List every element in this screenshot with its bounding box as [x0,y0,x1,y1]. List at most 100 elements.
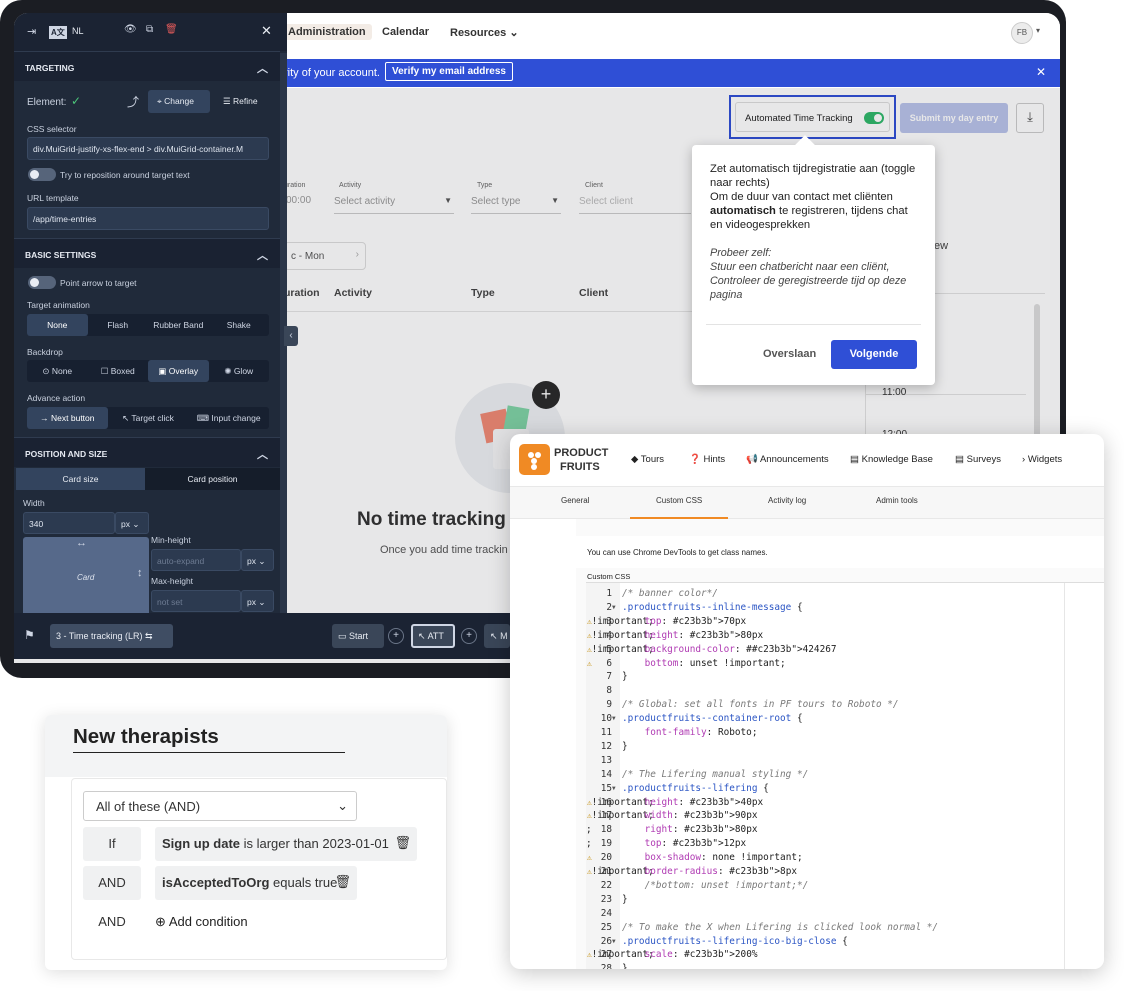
nav-widgets[interactable]: › Widgets [1022,454,1062,465]
caret-down-icon[interactable]: ▾ [1036,26,1040,35]
change-button[interactable]: ⌖ Change [148,90,210,113]
language-label[interactable]: NL [72,26,84,36]
date-selector[interactable]: c - Mon › [284,242,366,270]
css-selector-input[interactable]: div.MuiGrid-justify-xs-flex-end > div.Mu… [27,137,269,160]
point-arrow-toggle[interactable] [28,276,56,289]
code-line[interactable]: ⚠ 5 background-color: ##c23b3b">424267 !i… [586,643,837,657]
backdrop-glow[interactable]: ✺ Glow [209,360,270,382]
toggle-switch[interactable] [864,112,884,124]
collapse-icon[interactable]: ⇥ [27,25,36,38]
tab-activity-log[interactable]: Activity log [768,496,806,505]
trash-icon[interactable]: 🗑 [394,835,411,851]
nav-hints[interactable]: ❓ Hints [689,454,725,465]
nav-resources[interactable]: Resources ⌄ [444,24,525,41]
add-icon[interactable]: + [532,381,560,409]
backdrop-boxed[interactable]: ☐ Boxed [88,360,149,382]
chevron-up-icon[interactable]: ︿ [257,446,268,462]
nav-surveys[interactable]: ▤ Surveys [955,454,1001,465]
max-height-input[interactable]: not set [151,590,241,612]
close-icon[interactable]: ✕ [1036,65,1046,79]
width-unit-select[interactable]: px ⌄ [115,512,149,534]
code-line[interactable]: ⚠ 16 height: #c23b3b">40px !important; [586,796,763,810]
duplicate-icon[interactable]: ⧉ [146,24,153,35]
condition-sign-up-date[interactable]: Sign up date is larger than 2023-01-01 🗑 [155,827,417,861]
condition-accepted-to-org[interactable]: isAcceptedToOrg equals true 🗑 [155,866,357,900]
time-tracking-toggle[interactable]: Automated Time Tracking [735,102,890,132]
step-selector[interactable]: 3 - Time tracking (LR) ⇆ [50,624,173,648]
code-line[interactable]: ⚠ 3 top: #c23b3b">70px !important; [586,615,746,629]
collapse-panel-handle[interactable]: ‹ [284,326,298,346]
css-code-editor[interactable]: 1/* banner color*/2 ▼ .productfruits--inli… [586,582,1104,969]
nav-knowledge-base[interactable]: ▤ Knowledge Base [850,454,933,465]
visibility-icon[interactable]: 👁 [124,24,137,35]
client-select[interactable]: Select client [579,186,691,214]
type-select[interactable]: Select type ▼ [471,186,561,214]
advance-target-click[interactable]: ↖ Target click [108,407,189,429]
resize-vertical-icon[interactable]: ↕ [137,567,143,579]
next-button[interactable]: Volgende [831,340,917,369]
avatar[interactable]: FB [1011,22,1033,44]
nav-tours[interactable]: ◆ Tours [631,454,664,465]
column-client[interactable]: Client [579,287,608,299]
animation-none[interactable]: None [27,314,88,336]
code-line[interactable]: ⚠ 4 height: #c23b3b">80px !important; [586,629,763,643]
close-icon[interactable]: ✕ [261,23,272,39]
chevron-up-icon[interactable]: ︿ [257,60,268,76]
submit-day-entry-button[interactable]: Submit my day entry [900,103,1008,133]
animation-flash[interactable]: Flash [88,314,149,336]
url-template-input[interactable]: /app/time-entries [27,207,269,230]
verify-email-button[interactable]: Verify my email address [385,62,513,81]
advance-next-button[interactable]: → Next button [27,407,108,429]
add-step-icon[interactable]: + [461,628,477,644]
position-size-header[interactable]: POSITION AND SIZE ︿ [14,437,280,467]
tab-admin-tools[interactable]: Admin tools [876,496,918,505]
code-line[interactable]: 19 top: #c23b3b">12px; [586,837,746,851]
code-line[interactable]: ⚠ 27 scale: #c23b3b">200% !important; [586,948,758,962]
skip-button[interactable]: Overslaan [763,348,816,360]
refine-button[interactable]: ☰ Refine [217,90,277,113]
column-type[interactable]: Type [471,287,495,299]
nav-announcements[interactable]: 📢 Announcements [746,454,829,465]
chevron-up-icon[interactable]: ︿ [257,247,268,263]
advance-input-change[interactable]: ⌨ Input change [188,407,269,429]
column-activity[interactable]: Activity [334,287,372,299]
download-icon[interactable]: ⤓ [1016,103,1044,133]
min-height-input[interactable]: auto-expand [151,549,241,571]
trash-icon[interactable]: 🗑 [334,874,351,890]
nav-administration[interactable]: Administration [282,24,372,40]
reposition-toggle[interactable] [28,168,56,181]
fold-icon[interactable]: ▼ [612,712,616,726]
group-operator-select[interactable]: All of these (AND) ⌄ [83,791,357,821]
min-height-unit-select[interactable]: px ⌄ [241,549,274,571]
tab-card-size[interactable]: Card size [16,468,145,490]
activity-select[interactable]: Select activity ▼ [334,186,454,214]
add-step-icon[interactable]: + [388,628,404,644]
tab-custom-css[interactable]: Custom CSS [656,496,702,505]
parent-arrow-icon[interactable]: ⤴ [127,93,139,110]
animation-shake[interactable]: Shake [209,314,270,336]
fold-icon[interactable]: ▼ [612,782,616,796]
backdrop-none[interactable]: ⊙ None [27,360,88,382]
fold-icon[interactable]: ▼ [612,601,616,615]
width-input[interactable]: 340 [23,512,115,534]
step-chip-att[interactable]: ↖ ATT [411,624,455,648]
code-line[interactable]: 18 right: #c23b3b">80px; [586,823,758,837]
nav-calendar[interactable]: Calendar [376,24,435,40]
animation-rubber-band[interactable]: Rubber Band [148,314,209,336]
column-duration[interactable]: uration [284,287,320,299]
fold-icon[interactable]: ▼ [612,935,616,949]
backdrop-overlay[interactable]: ▣ Overlay [148,360,209,382]
card-size-preview[interactable]: ↔ ↕ Card [23,537,149,613]
tab-card-position[interactable]: Card position [145,468,280,490]
code-line[interactable]: ⚠ 21 border-radius: #c23b3b">8px !importa… [586,865,797,879]
chevron-right-icon[interactable]: › [356,249,359,260]
step-chip-m[interactable]: ↖ M [484,624,510,648]
code-line[interactable]: ⚠ 17 width: #c23b3b">90px !important; [586,809,758,823]
translate-icon[interactable]: A文 [49,26,67,39]
add-condition-button[interactable]: ⊕ Add condition [155,914,248,930]
targeting-section-header[interactable]: TARGETING ︿ [14,51,280,81]
tab-general[interactable]: General [561,496,589,505]
basic-settings-header[interactable]: BASIC SETTINGS ︿ [14,238,280,268]
signpost-icon[interactable]: ⚑ [24,628,35,642]
trash-icon[interactable]: 🗑 [165,24,178,35]
